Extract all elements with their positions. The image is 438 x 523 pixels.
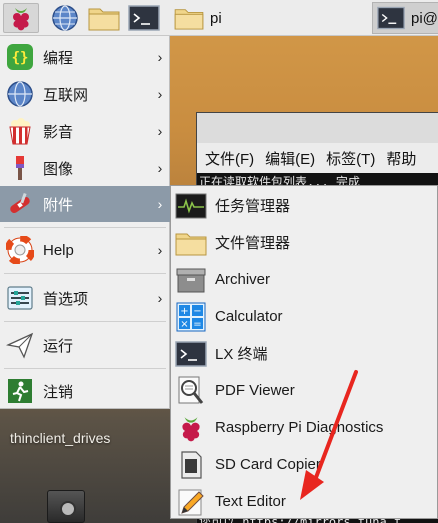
task-label: pi xyxy=(210,9,222,27)
menu-separator xyxy=(4,321,166,322)
terminal-icon xyxy=(128,5,160,31)
drive-icon[interactable] xyxy=(47,490,85,523)
submenu-item-text-editor[interactable]: Text Editor xyxy=(171,483,437,520)
pencil-icon xyxy=(175,487,207,517)
taskbar: pi pi@r xyxy=(0,0,438,36)
swiss-knife-icon xyxy=(5,189,35,219)
raspberry-icon xyxy=(13,8,29,31)
menu-item-multimedia[interactable]: 影音 › xyxy=(0,113,170,149)
terminal-menu-edit[interactable]: 编辑(E) xyxy=(265,148,315,169)
menu-item-programming[interactable]: {} 编程 › xyxy=(0,39,170,75)
menu-item-help[interactable]: Help › xyxy=(0,232,170,268)
menu-item-graphics[interactable]: 图像 › xyxy=(0,150,170,186)
terminal-icon xyxy=(377,6,405,30)
terminal-icon xyxy=(175,339,207,369)
svg-text:−: − xyxy=(193,306,201,317)
task-button-pi[interactable]: pi xyxy=(168,2,368,34)
chevron-right-icon: › xyxy=(157,123,163,139)
chevron-right-icon: › xyxy=(157,49,163,65)
svg-text:×: × xyxy=(180,319,188,330)
terminal-menu-tabs[interactable]: 标签(T) xyxy=(326,148,375,169)
menu-button[interactable] xyxy=(3,3,39,33)
exit-icon xyxy=(5,376,35,406)
accessories-submenu: 任务管理器 文件管理器 Archiver + − × = Calculator LX … xyxy=(170,185,438,519)
svg-text:+: + xyxy=(180,306,188,317)
terminal-launcher[interactable] xyxy=(126,3,162,33)
svg-text:=: = xyxy=(193,319,201,330)
paper-plane-icon xyxy=(5,330,35,360)
terminal-menu-help[interactable]: 帮助 xyxy=(386,148,416,169)
braces-icon: {} xyxy=(5,42,35,72)
main-menu: {} 编程 › 互联网 › 影音 › 图像 › 附件 › Help › 首选项 … xyxy=(0,36,170,409)
submenu-item-file-manager[interactable]: 文件管理器 xyxy=(171,224,437,261)
menu-item-run[interactable]: 运行 xyxy=(0,327,170,363)
files-launcher[interactable] xyxy=(87,3,121,33)
submenu-item-diagnostics[interactable]: Raspberry Pi Diagnostics xyxy=(171,409,437,446)
folder-icon xyxy=(175,228,207,258)
chevron-right-icon: › xyxy=(157,242,163,258)
magnifier-icon xyxy=(175,376,207,406)
terminal-menu-file[interactable]: 文件(F) xyxy=(205,148,254,169)
popcorn-icon xyxy=(5,116,35,146)
chevron-right-icon: › xyxy=(157,196,163,212)
svg-text:{}: {} xyxy=(12,50,29,66)
calculator-icon: + − × = xyxy=(175,302,207,332)
menu-item-preferences[interactable]: 首选项 › xyxy=(0,280,170,316)
folder-icon xyxy=(174,9,204,30)
submenu-item-sd-card-copier[interactable]: SD Card Copier xyxy=(171,446,437,483)
chevron-right-icon: › xyxy=(157,160,163,176)
paintbrush-icon xyxy=(5,153,35,183)
submenu-item-archiver[interactable]: Archiver xyxy=(171,261,437,298)
task-label: pi@r xyxy=(411,9,438,27)
menu-item-internet[interactable]: 互联网 › xyxy=(0,76,170,112)
terminal-menubar: 文件(F) 编辑(E) 标签(T) 帮助 xyxy=(197,143,438,173)
terminal-titlebar[interactable] xyxy=(197,113,438,143)
archive-icon xyxy=(175,265,207,295)
desktop-icon-label[interactable]: thinclient_drives xyxy=(10,430,110,446)
lifebuoy-icon xyxy=(5,235,35,265)
submenu-item-lx-terminal[interactable]: LX 终端 xyxy=(171,335,437,372)
globe-icon xyxy=(5,79,35,109)
task-manager-icon xyxy=(175,191,207,221)
submenu-item-task-manager[interactable]: 任务管理器 xyxy=(171,187,437,224)
chevron-right-icon: › xyxy=(157,290,163,306)
globe-icon xyxy=(52,5,78,31)
chevron-right-icon: › xyxy=(157,86,163,102)
menu-separator xyxy=(4,273,166,274)
folder-icon xyxy=(88,8,120,31)
task-button-terminal[interactable]: pi@r xyxy=(372,2,438,34)
submenu-item-calculator[interactable]: + − × = Calculator xyxy=(171,298,437,335)
browser-launcher[interactable] xyxy=(49,3,81,33)
menu-item-logout[interactable]: 注销 xyxy=(0,373,170,409)
menu-separator xyxy=(4,368,166,369)
preferences-icon xyxy=(5,283,35,313)
sd-card-icon xyxy=(175,450,207,480)
menu-separator xyxy=(4,227,166,228)
submenu-item-pdf-viewer[interactable]: PDF Viewer xyxy=(171,372,437,409)
menu-item-accessories[interactable]: 附件 › xyxy=(0,186,170,222)
raspberry-icon xyxy=(175,413,207,443)
